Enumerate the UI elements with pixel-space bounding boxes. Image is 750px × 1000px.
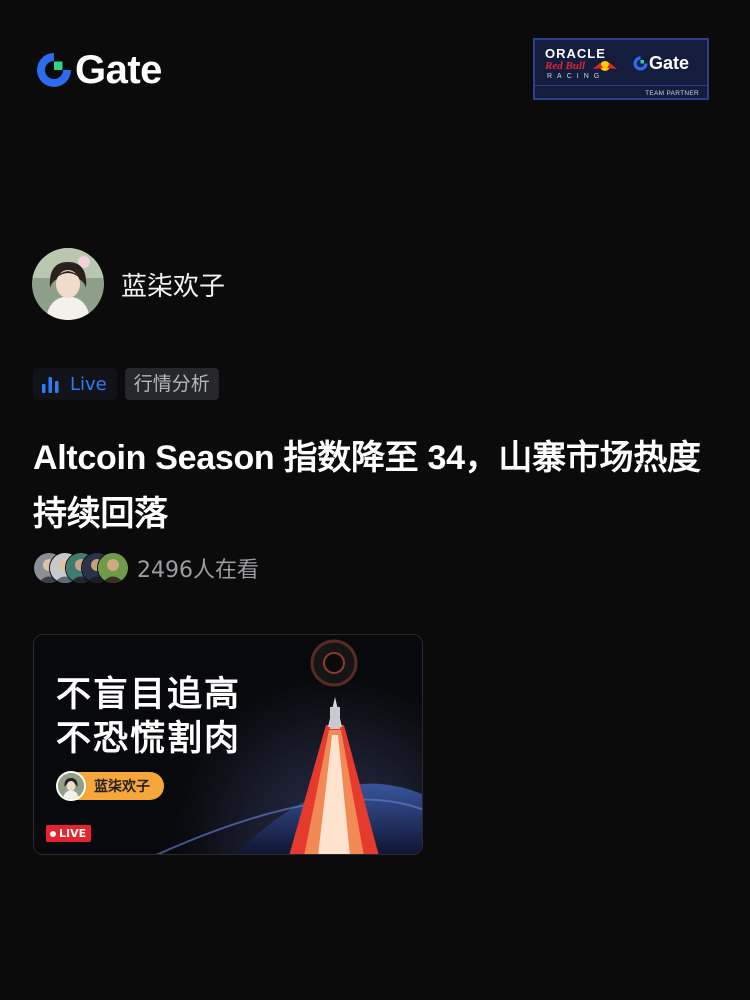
team-partner-badge: ORACLE Red Bull RACING Gate TEAM PARTNER <box>533 38 709 100</box>
author-name[interactable]: 蓝柒欢子 <box>121 266 225 303</box>
redbull-wordmark: Red Bull <box>545 60 586 72</box>
header: Gate ORACLE Red Bull RACING Gate TEAM PA… <box>0 0 750 140</box>
team-partner-label: TEAM PARTNER <box>645 90 699 97</box>
host-name: 蓝柒欢子 <box>94 779 150 795</box>
gate-logo-icon <box>37 53 72 87</box>
slogan-line-2: 不恐慌割肉 <box>56 719 242 759</box>
gate-logo-icon <box>633 56 648 71</box>
slogan-line-1: 不盲目追高 <box>56 675 242 715</box>
viewers-row: 2496人在看 <box>33 552 259 584</box>
brand-name: Gate <box>75 48 162 92</box>
host-avatar <box>56 771 86 801</box>
viewer-avatars <box>33 552 129 584</box>
live-badge: LIVE <box>46 825 92 842</box>
partner-gate-text: Gate <box>649 53 690 73</box>
author-avatar[interactable] <box>32 248 104 320</box>
live-dot-icon <box>50 830 56 837</box>
gate-logo[interactable]: Gate <box>36 50 162 90</box>
category-tag[interactable]: 行情分析 <box>124 368 219 400</box>
post-title[interactable]: Altcoin Season 指数降至 34，山寨市场热度持续回落 <box>33 430 713 542</box>
partner-gate-logo: Gate <box>633 53 689 74</box>
viewer-count: 2496人在看 <box>137 558 259 583</box>
tag-row: Live 行情分析 <box>33 368 219 400</box>
live-tag-label: Live <box>70 373 107 395</box>
viewer-avatar <box>97 552 129 584</box>
bar-chart-icon <box>42 376 59 393</box>
author-row[interactable]: 蓝柒欢子 <box>32 248 225 320</box>
live-badge-label: LIVE <box>59 827 87 840</box>
host-pill: 蓝柒欢子 <box>56 771 164 801</box>
live-stream-card[interactable]: 不盲目追高 不恐慌割肉 蓝柒欢子 LIVE <box>33 634 423 855</box>
redbull-bulls-icon <box>593 61 617 71</box>
racing-wordmark: RACING <box>547 73 605 80</box>
live-tag[interactable]: Live <box>33 368 117 400</box>
